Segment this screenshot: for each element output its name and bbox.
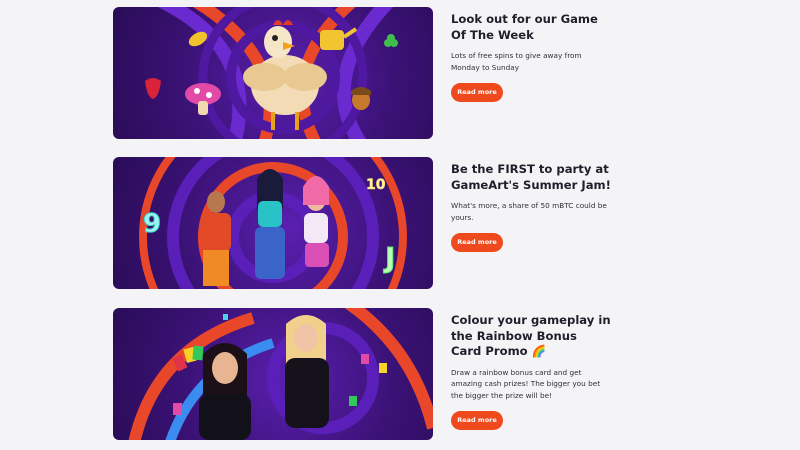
read-more-button[interactable]: Read more <box>451 411 503 430</box>
neon-symbol-10: 10 <box>366 177 386 193</box>
rainbow-cards-banner-illustration <box>128 308 433 440</box>
promo-title: Look out for our Game Of The Week <box>451 12 598 42</box>
neon-symbol-j: J <box>383 241 395 274</box>
promo-description: What's more, a share of 50 mBTC could be… <box>451 201 607 222</box>
promo-banner-image[interactable]: 9 10 J <box>113 157 433 289</box>
read-more-button[interactable]: Read more <box>451 233 503 252</box>
promo-card-game-of-the-week: Look out for our Game Of The Week Lots o… <box>113 7 633 139</box>
read-more-button[interactable]: Read more <box>451 83 503 102</box>
summer-jam-banner-illustration: 9 10 J <box>139 157 407 289</box>
promo-description: Lots of free spins to give away from Mon… <box>451 51 582 72</box>
promo-banner-image[interactable] <box>113 7 433 139</box>
neon-symbol-9: 9 <box>143 209 161 239</box>
promo-card-rainbow-bonus: Colour your gameplay in the Rainbow Bonu… <box>113 308 633 440</box>
promo-title: Be the FIRST to party at GameArt's Summe… <box>451 162 611 192</box>
promo-description: Draw a rainbow bonus card and get amazin… <box>451 367 601 400</box>
promo-info: Colour your gameplay in the Rainbow Bonu… <box>451 308 611 430</box>
rooster-banner-illustration <box>145 7 398 139</box>
promo-info: Look out for our Game Of The Week Lots o… <box>451 7 611 102</box>
promo-title: Colour your gameplay in the Rainbow Bonu… <box>451 313 611 358</box>
promo-card-summer-jam: 9 10 J Be the FIRST to party at GameArt'… <box>113 157 633 289</box>
promo-banner-image[interactable] <box>113 308 433 440</box>
promo-info: Be the FIRST to party at GameArt's Summe… <box>451 157 611 252</box>
